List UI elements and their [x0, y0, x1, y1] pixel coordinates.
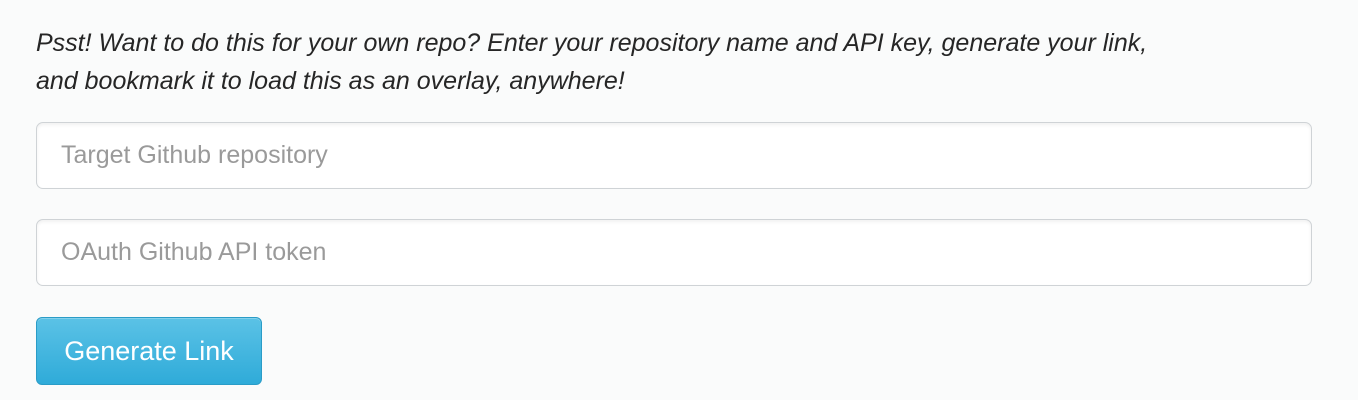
generate-link-button[interactable]: Generate Link [36, 317, 262, 385]
api-token-input[interactable] [36, 219, 1312, 286]
intro-text: Psst! Want to do this for your own repo?… [36, 24, 1312, 100]
repository-input[interactable] [36, 122, 1312, 189]
generate-link-panel: Psst! Want to do this for your own repo?… [36, 24, 1312, 385]
intro-line-1: Psst! Want to do this for your own repo?… [36, 29, 1148, 57]
intro-line-2: and bookmark it to load this as an overl… [36, 67, 625, 95]
